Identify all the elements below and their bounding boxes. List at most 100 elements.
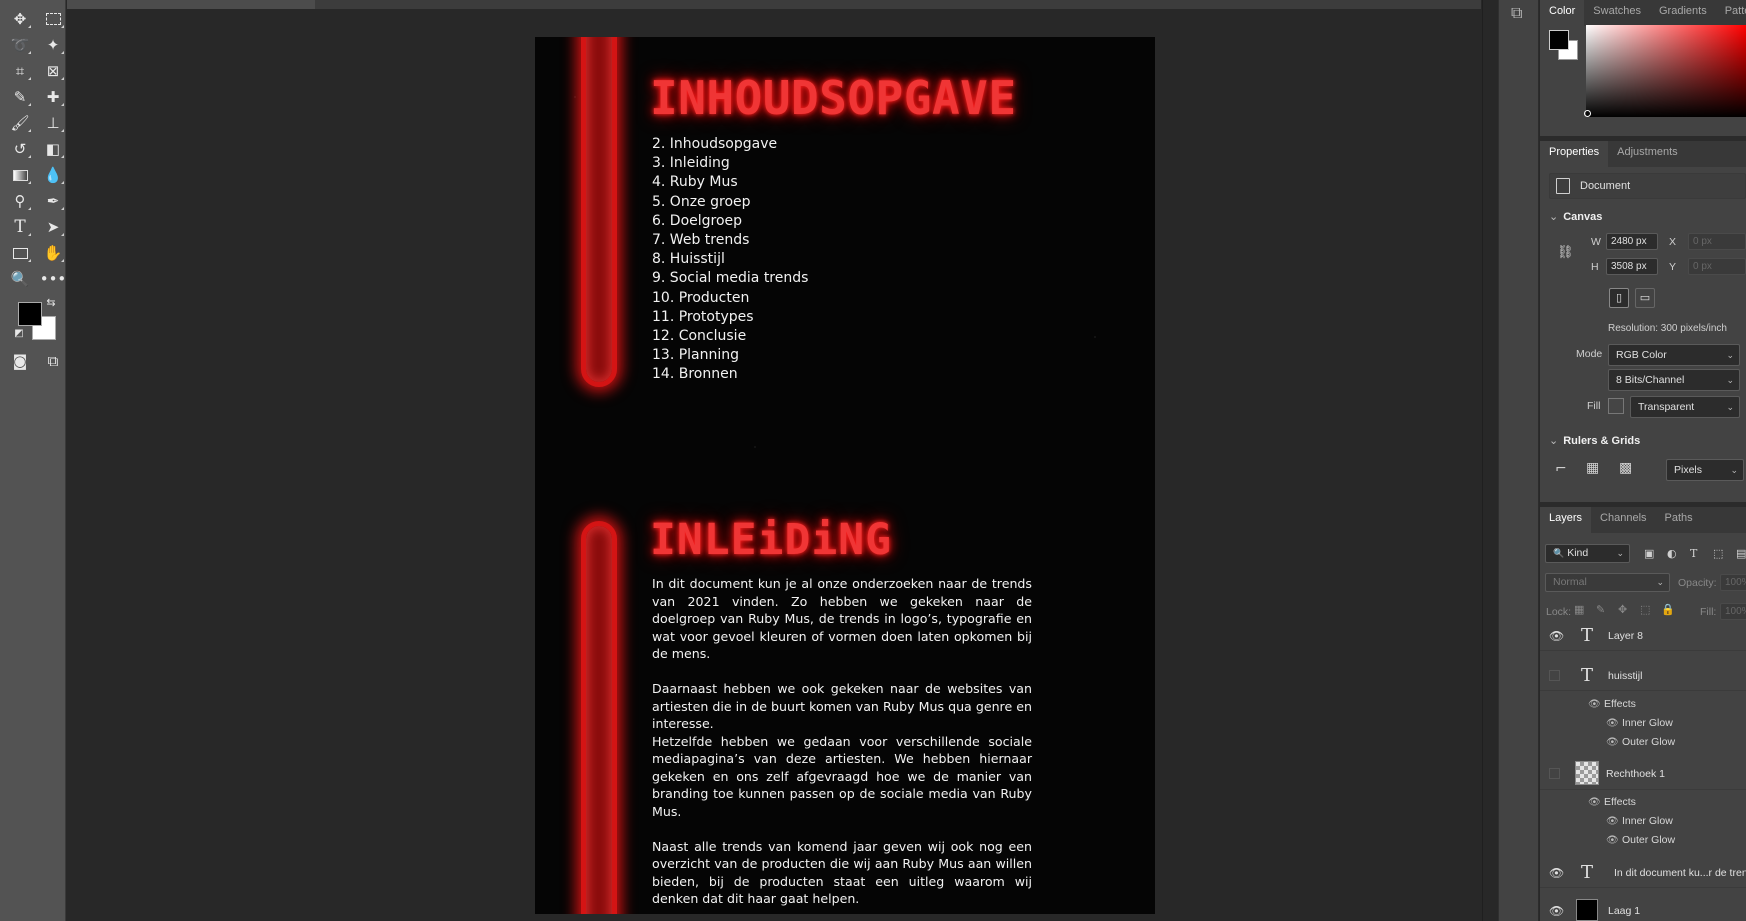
magic-wand-tool-icon[interactable]: ✦ (41, 34, 65, 56)
effect-eye-icon[interactable]: 👁 (1588, 699, 1601, 710)
lock-artboard-icon[interactable]: ⬚ (1640, 604, 1650, 615)
tab-color[interactable]: Color (1540, 0, 1585, 26)
opacity-field[interactable]: 100% (1720, 574, 1746, 591)
tab-swatches[interactable]: Swatches (1584, 0, 1650, 26)
landscape-orientation-icon[interactable]: ▭ (1635, 288, 1655, 308)
outer-glow-effect-row[interactable]: 👁 Outer Glow (1606, 834, 1675, 846)
tab-patterns[interactable]: Patterns (1716, 0, 1746, 26)
bit-depth-select[interactable]: 8 Bits/Channel ⌄ (1608, 369, 1740, 391)
fill-opacity-field[interactable]: 100% (1720, 603, 1746, 620)
canvas-workspace[interactable]: INHOUDSOPGAVE 2. Inhoudsopgave 3. Inleid… (67, 0, 1483, 921)
layer-row[interactable]: T huisstijl (1540, 661, 1746, 691)
type-tool-icon[interactable]: T (8, 216, 32, 238)
toc-item: 10. Producten (652, 289, 750, 306)
grid-icon[interactable]: ▦ (1586, 461, 1599, 475)
blend-mode-select[interactable]: Normal ⌄ (1545, 573, 1670, 592)
rectangle-tool-icon[interactable] (8, 242, 32, 264)
effect-eye-icon[interactable]: 👁 (1588, 797, 1601, 808)
marquee-tool-icon[interactable] (41, 8, 65, 30)
canvas-section-header[interactable]: ⌄ Canvas (1549, 210, 1602, 223)
document-properties-row: Document (1549, 173, 1746, 199)
pixel-layer-filter-icon[interactable]: ▣ (1644, 548, 1654, 559)
document-canvas[interactable]: INHOUDSOPGAVE 2. Inhoudsopgave 3. Inleid… (535, 37, 1155, 914)
effect-eye-icon[interactable]: 👁 (1606, 816, 1619, 827)
height-field[interactable]: 3508 px (1606, 258, 1658, 275)
gradient-tool-icon[interactable] (8, 164, 32, 186)
eraser-tool-icon[interactable]: ◧ (41, 138, 65, 160)
x-field[interactable]: 0 px (1688, 233, 1746, 250)
width-field[interactable]: 2480 px (1606, 233, 1658, 250)
history-brush-tool-icon[interactable]: ↺ (8, 138, 32, 160)
effect-eye-icon[interactable]: 👁 (1606, 737, 1619, 748)
visibility-eye-icon[interactable]: 👁 (1549, 630, 1564, 643)
inner-glow-effect-row[interactable]: 👁 Inner Glow (1606, 717, 1673, 729)
swap-colors-icon[interactable]: ⇆ (44, 295, 58, 309)
tab-layers[interactable]: Layers (1540, 507, 1592, 533)
eyedropper-tool-icon[interactable]: ✎ (8, 86, 32, 108)
lasso-tool-icon[interactable]: ➰ (8, 34, 32, 56)
link-icon[interactable]: ⛓ (1557, 246, 1574, 259)
fill-color-swatch[interactable] (1608, 398, 1624, 414)
blur-tool-icon[interactable]: 💧 (41, 164, 65, 186)
tab-gradients[interactable]: Gradients (1650, 0, 1716, 26)
path-selection-tool-icon[interactable]: ➤ (41, 216, 65, 238)
visibility-eye-icon[interactable]: 👁 (1549, 867, 1564, 880)
pen-tool-icon[interactable]: ✒ (41, 190, 65, 212)
document-tab[interactable] (67, 0, 315, 9)
vertical-scrollbar[interactable] (1482, 0, 1483, 921)
mode-select[interactable]: RGB Color ⌄ (1608, 344, 1740, 366)
lock-transparency-icon[interactable]: ▦ (1574, 604, 1584, 615)
layer-row[interactable]: 👁 Laag 1 (1540, 896, 1746, 921)
lock-position-icon[interactable]: ✥ (1618, 604, 1627, 615)
lock-all-icon[interactable]: 🔒 (1661, 604, 1675, 615)
effects-row[interactable]: 👁 Effects (1588, 796, 1636, 808)
fill-select[interactable]: Transparent ⌄ (1630, 396, 1740, 418)
default-colors-icon[interactable]: ◩ (13, 328, 25, 340)
toc-item: 13. Planning (652, 347, 740, 364)
effects-row[interactable]: 👁 Effects (1588, 698, 1636, 710)
color-picker-cursor[interactable] (1584, 110, 1591, 117)
outer-glow-effect-row[interactable]: 👁 Outer Glow (1606, 736, 1675, 748)
hand-tool-icon[interactable]: ✋ (41, 242, 65, 264)
layer-kind-filter[interactable]: 🔍 Kind ⌄ (1545, 544, 1630, 563)
frame-tool-icon[interactable]: ⊠ (41, 60, 65, 82)
visibility-toggle-off[interactable] (1549, 670, 1560, 681)
screen-mode-icon[interactable]: ⧉ (41, 350, 65, 372)
visibility-eye-icon[interactable]: 👁 (1549, 905, 1564, 918)
effect-eye-icon[interactable]: 👁 (1606, 718, 1619, 729)
foreground-color-swatch[interactable] (18, 302, 42, 326)
tab-paths[interactable]: Paths (1656, 507, 1702, 533)
quick-mask-icon[interactable]: ◙ (8, 350, 32, 372)
effect-eye-icon[interactable]: 👁 (1606, 835, 1619, 846)
more-tools-icon[interactable]: ••• (40, 268, 67, 290)
dodge-tool-icon[interactable]: ⚲ (8, 190, 32, 212)
tab-adjustments[interactable]: Adjustments (1608, 141, 1687, 167)
shape-layer-filter-icon[interactable]: ⬚ (1713, 548, 1723, 559)
zoom-tool-icon[interactable]: 🔍 (8, 268, 32, 290)
inner-glow-effect-row[interactable]: 👁 Inner Glow (1606, 815, 1673, 827)
layer-row[interactable]: 👁 T Layer 8 (1540, 621, 1746, 651)
healing-brush-tool-icon[interactable]: ✚ (41, 86, 65, 108)
brush-tool-icon[interactable]: 🖌 (8, 112, 32, 134)
color-picker-field[interactable] (1586, 25, 1746, 117)
layer-row[interactable]: Rechthoek 1 (1540, 758, 1746, 790)
ruler-icon[interactable]: ⌐ (1555, 462, 1567, 476)
move-tool-icon[interactable]: ✥ (8, 8, 32, 30)
adjustment-layer-filter-icon[interactable]: ◐ (1667, 548, 1677, 559)
type-layer-filter-icon[interactable]: T (1690, 548, 1697, 559)
pixel-grid-icon[interactable]: ▩ (1619, 461, 1632, 475)
smart-object-filter-icon[interactable]: ▤ (1736, 548, 1746, 559)
history-panel-icon[interactable]: ⧉ (1511, 3, 1522, 23)
color-panel-foreground-swatch[interactable] (1549, 30, 1569, 50)
crop-tool-icon[interactable]: ⌗ (8, 60, 32, 82)
lock-pixels-icon[interactable]: ✎ (1596, 604, 1605, 615)
units-select[interactable]: Pixels ⌄ (1666, 459, 1744, 481)
portrait-orientation-icon[interactable]: ▯ (1609, 288, 1629, 308)
visibility-toggle-off[interactable] (1549, 768, 1560, 779)
clone-stamp-tool-icon[interactable]: ⊥ (41, 112, 65, 134)
tab-channels[interactable]: Channels (1591, 507, 1655, 533)
y-field[interactable]: 0 px (1688, 258, 1746, 275)
layer-row[interactable]: 👁 T In dit document ku...r de trends van… (1540, 858, 1746, 888)
rulers-grids-header[interactable]: ⌄ Rulers & Grids (1549, 434, 1640, 447)
tab-properties[interactable]: Properties (1540, 141, 1609, 167)
